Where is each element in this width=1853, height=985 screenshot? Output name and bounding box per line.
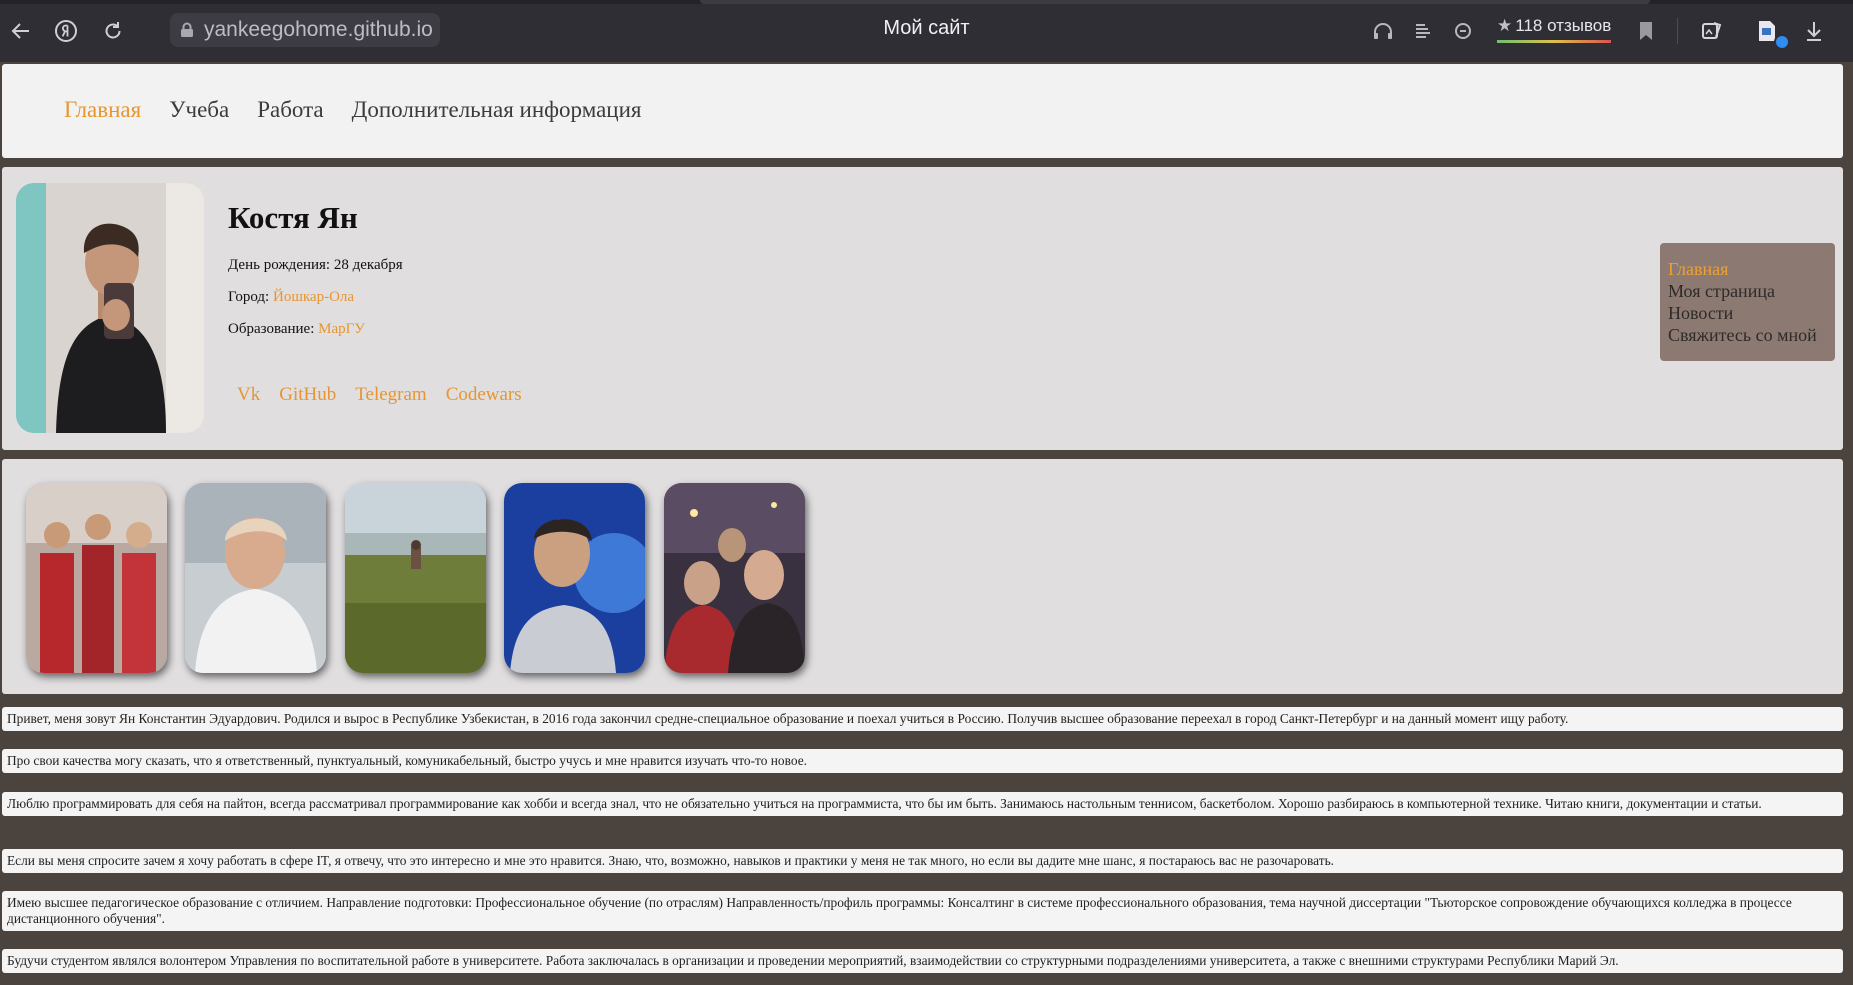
main-nav: Главная Учеба Работа Дополнительная инфо… — [64, 97, 670, 123]
nav-item-work[interactable]: Работа — [257, 97, 323, 123]
about-paragraph-2: Про свои качества могу сказать, что я от… — [2, 749, 1843, 773]
browser-toolbar: yankeegohome.github.io Мой сайт ★ 118 отз… — [0, 0, 1853, 62]
yandex-icon[interactable] — [49, 14, 83, 48]
gallery-photo-aquarium[interactable] — [504, 483, 645, 673]
profile-name: Костя Ян — [228, 200, 358, 235]
reader-icon[interactable] — [1406, 14, 1440, 48]
birthday-row: День рождения: 28 декабря — [228, 257, 403, 274]
social-link-vk[interactable]: Vk — [237, 384, 260, 406]
social-links: Vk GitHub Telegram Codewars — [237, 384, 541, 406]
nav-item-home[interactable]: Главная — [64, 97, 141, 123]
gallery-photo-group[interactable] — [26, 483, 167, 673]
side-menu-item-my-page[interactable]: Моя страница — [1668, 280, 1835, 302]
education-label: Образование: — [228, 321, 315, 337]
tab-strip — [700, 0, 1650, 4]
chat-icon[interactable] — [1446, 14, 1480, 48]
city-link[interactable]: Йошкар-Ола — [273, 289, 354, 305]
top-navbar: Главная Учеба Работа Дополнительная инфо… — [2, 64, 1843, 158]
gallery-photo-selfie[interactable] — [185, 483, 326, 673]
headphones-icon[interactable] — [1366, 14, 1400, 48]
social-link-codewars[interactable]: Codewars — [446, 384, 522, 406]
about-paragraph-1: Привет, меня зовут Ян Константин Эдуардо… — [2, 707, 1843, 731]
reviews-button[interactable]: ★ 118 отзывов — [1497, 16, 1612, 43]
gallery-photo-field[interactable] — [345, 483, 486, 673]
about-paragraph-6: Будучи студентом являлся волонтером Упра… — [2, 949, 1843, 973]
birthday-label: День рождения: — [228, 257, 331, 273]
side-menu-item-contact[interactable]: Свяжитесь со мной — [1668, 324, 1835, 346]
toolbar-divider — [1677, 18, 1678, 44]
nav-item-additional-info[interactable]: Дополнительная информация — [352, 97, 642, 123]
education-link[interactable]: МарГУ — [318, 321, 365, 337]
about-paragraph-4: Если вы меня спросите зачем я хочу работ… — [2, 849, 1843, 873]
lock-icon[interactable] — [170, 22, 204, 38]
collections-icon[interactable] — [1696, 14, 1730, 48]
about-paragraph-5: Имею высшее педагогическое образование с… — [2, 891, 1843, 931]
social-link-github[interactable]: GitHub — [279, 384, 336, 406]
reload-icon[interactable] — [96, 14, 130, 48]
city-label: Город: — [228, 289, 270, 305]
avatar — [16, 183, 204, 433]
education-row: Образование: МарГУ — [228, 321, 365, 338]
gallery-photo-night[interactable] — [664, 483, 805, 673]
city-row: Город: Йошкар-Ола — [228, 289, 354, 306]
bookmark-icon[interactable] — [1629, 14, 1663, 48]
extension-icon[interactable] — [1750, 14, 1790, 50]
reviews-label: 118 отзывов — [1515, 16, 1612, 35]
side-menu: Главная Моя страница Новости Свяжитесь с… — [1660, 243, 1835, 361]
about-paragraph-3: Люблю программировать для себя на пайтон… — [2, 792, 1843, 816]
social-link-telegram[interactable]: Telegram — [355, 384, 426, 406]
back-icon[interactable] — [4, 14, 38, 48]
side-menu-item-home[interactable]: Главная — [1668, 258, 1835, 280]
star-icon: ★ — [1497, 16, 1513, 35]
download-icon[interactable] — [1797, 14, 1831, 48]
address-bar[interactable]: yankeegohome.github.io — [170, 13, 440, 47]
nav-item-study[interactable]: Учеба — [169, 97, 229, 123]
url-text: yankeegohome.github.io — [204, 18, 433, 41]
side-menu-item-news[interactable]: Новости — [1668, 302, 1835, 324]
birthday-value: 28 декабря — [333, 257, 403, 273]
extension-badge — [1774, 34, 1790, 50]
